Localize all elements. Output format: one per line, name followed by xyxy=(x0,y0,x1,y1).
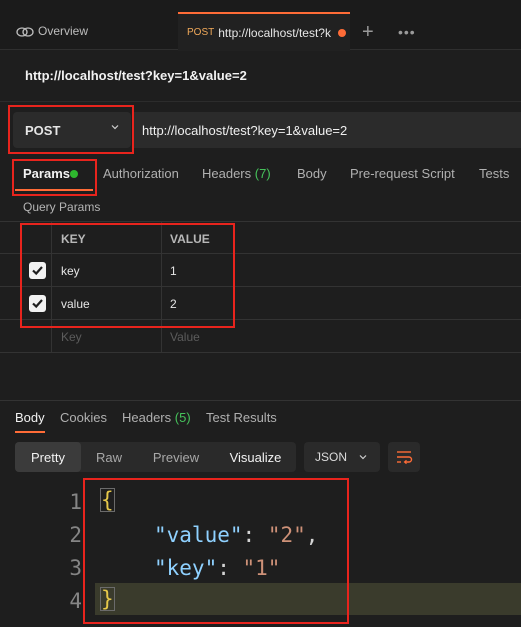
tab-headers[interactable]: Headers (7) xyxy=(202,166,271,181)
format-select[interactable]: JSON xyxy=(304,442,380,472)
view-preview-button[interactable]: Preview xyxy=(137,442,215,472)
response-tab-body[interactable]: Body xyxy=(15,410,45,425)
tab-body[interactable]: Body xyxy=(297,166,327,181)
response-divider xyxy=(0,400,521,401)
tab-active-request[interactable]: POST http://localhost/test?k xyxy=(178,12,350,51)
tab-headers-label: Headers xyxy=(202,166,252,181)
tab-overview-label: Overview xyxy=(38,24,89,38)
tab-method: POST xyxy=(187,27,215,38)
response-tab-headers[interactable]: Headers (5) xyxy=(122,410,191,425)
overview-icon xyxy=(16,27,34,37)
chevron-down-icon xyxy=(359,455,367,460)
tab-url: http://localhost/test?k xyxy=(218,25,331,40)
view-mode-group: Pretty Raw Preview Visualize xyxy=(15,442,296,472)
response-headers-label: Headers xyxy=(122,410,172,425)
more-options-icon[interactable]: ••• xyxy=(398,24,416,40)
tab-authorization[interactable]: Authorization xyxy=(103,166,179,181)
new-tab-plus-icon[interactable]: + xyxy=(362,22,374,42)
annotation-box-response-body xyxy=(83,478,349,624)
annotation-box-method xyxy=(8,105,134,154)
response-tab-test-results[interactable]: Test Results xyxy=(206,410,277,425)
wrap-lines-button[interactable] xyxy=(388,442,420,472)
wrap-lines-icon xyxy=(397,451,413,465)
view-raw-button[interactable]: Raw xyxy=(81,442,137,472)
line-number: 1 xyxy=(69,490,82,514)
format-label: JSON xyxy=(315,450,348,464)
tab-overview[interactable]: Overview xyxy=(0,12,178,50)
url-input[interactable]: http://localhost/test?key=1&value=2 xyxy=(133,112,521,148)
tab-tests[interactable]: Tests xyxy=(479,166,509,181)
response-tab-cookies[interactable]: Cookies xyxy=(60,410,107,425)
response-headers-count: (5) xyxy=(174,410,191,425)
unsaved-dot-icon xyxy=(338,28,347,37)
request-title: http://localhost/test?key=1&value=2 xyxy=(25,68,247,83)
annotation-box-params-tab xyxy=(12,159,97,196)
line-number: 4 xyxy=(69,589,82,613)
annotation-box-params-table xyxy=(20,223,235,328)
line-number: 3 xyxy=(69,556,82,580)
view-visualize-button[interactable]: Visualize xyxy=(215,442,296,472)
view-pretty-button[interactable]: Pretty xyxy=(15,442,81,472)
headers-count: (7) xyxy=(254,166,271,181)
tab-prerequest-script[interactable]: Pre-request Script xyxy=(350,166,455,181)
active-tab-underline xyxy=(15,431,45,433)
line-number: 2 xyxy=(69,523,82,547)
query-params-title: Query Params xyxy=(23,200,101,214)
divider xyxy=(0,101,521,102)
